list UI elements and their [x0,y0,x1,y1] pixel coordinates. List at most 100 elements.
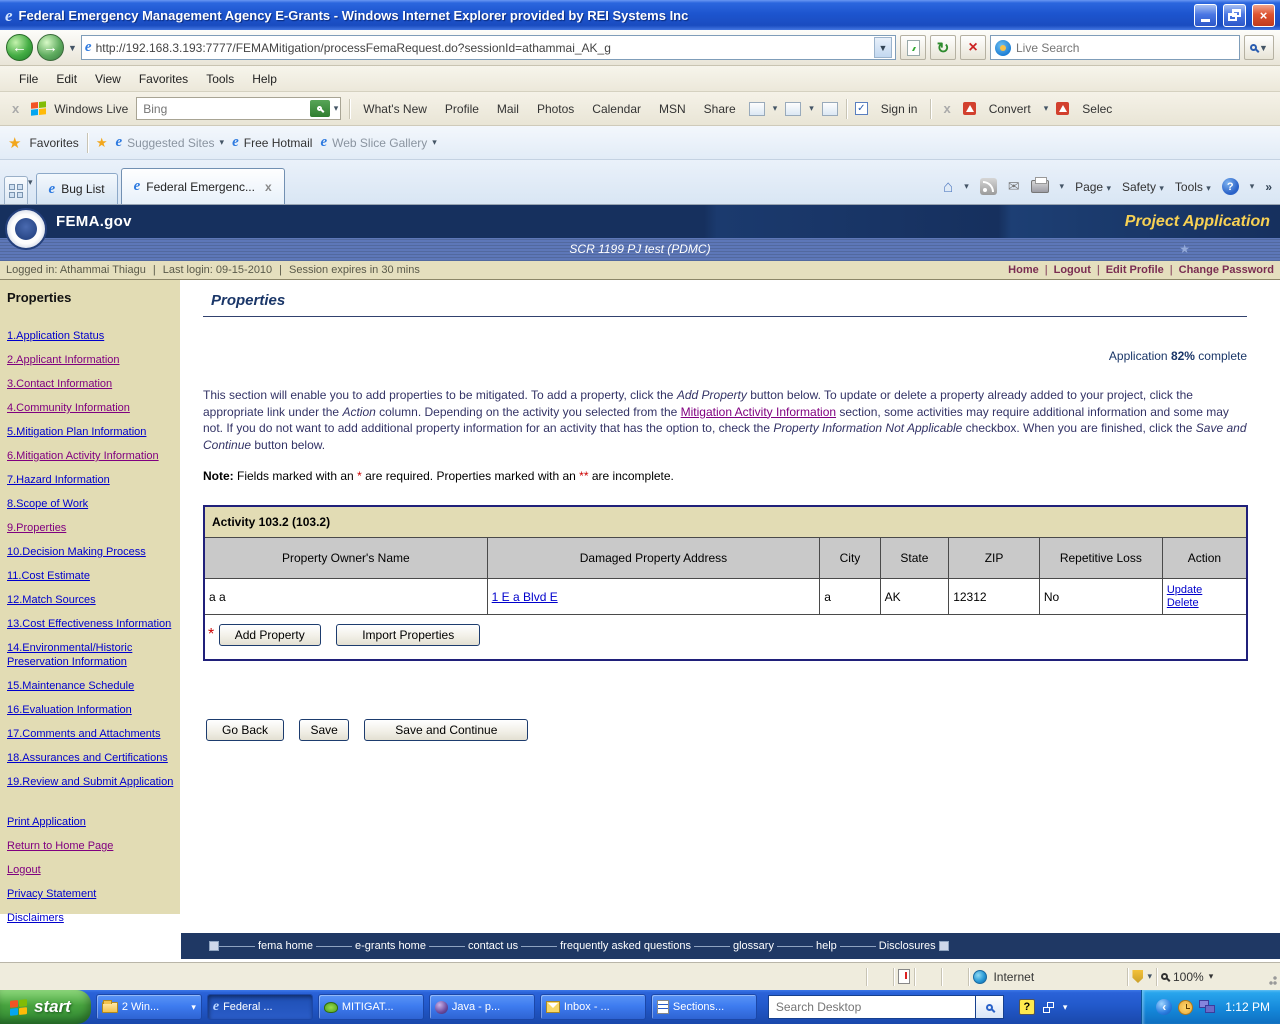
address-dropdown-icon[interactable]: ▼ [874,37,892,58]
sidebar-item-applicant-information[interactable]: 2.Applicant Information [7,353,174,367]
suggested-sites-link[interactable]: eSuggested Sites▾ [115,135,224,150]
map-dropdown-icon[interactable]: ▾ [773,103,778,114]
page-menu[interactable]: Page ▾ [1075,180,1111,194]
home-icon[interactable]: ⌂ [943,178,953,195]
task-mitigat[interactable]: MITIGAT... [318,994,424,1020]
logout-link[interactable]: Logout [1054,264,1091,276]
sidebar-item-evaluation-information[interactable]: 16.Evaluation Information [7,703,174,717]
url-input[interactable] [96,41,870,55]
sidebar-item-mitigation-plan-information[interactable]: 5.Mitigation Plan Information [7,425,174,439]
sidebar-item-review-and-submit[interactable]: 19.Review and Submit Application [7,775,174,789]
sidebar-item-community-information[interactable]: 4.Community Information [7,401,174,415]
shield-dropdown-icon[interactable]: ▾ [1147,971,1152,982]
sidebar-item-maintenance-schedule[interactable]: 15.Maintenance Schedule [7,679,174,693]
live-link-calendar[interactable]: Calendar [587,102,646,116]
menu-edit[interactable]: Edit [47,69,86,89]
bing-search-input[interactable] [143,102,305,116]
minimize-button[interactable] [1194,4,1217,27]
live-link-photos[interactable]: Photos [532,102,579,116]
live-search-box[interactable] [990,35,1240,60]
add-property-button[interactable]: Add Property [219,624,321,646]
taskbar-clock[interactable]: 1:12 PM [1225,1000,1270,1014]
sidebar-item-comments-and-attachments[interactable]: 17.Comments and Attachments [7,727,174,741]
footer-contact-us-link[interactable]: contact us [465,940,521,952]
menu-favorites[interactable]: Favorites [130,69,197,89]
tab-close-icon[interactable]: x [265,180,272,194]
tools-menu[interactable]: Tools ▾ [1175,180,1211,194]
help-notify-icon[interactable]: ? [1019,999,1035,1015]
footer-egrants-home-link[interactable]: e-grants home [352,940,429,952]
sidebar-item-cost-estimate[interactable]: 11.Cost Estimate [7,569,174,583]
translate-icon[interactable] [822,102,838,116]
save-and-continue-button[interactable]: Save and Continue [364,719,528,741]
sidebar-item-hazard-information[interactable]: 7.Hazard Information [7,473,174,487]
favorites-label[interactable]: Favorites [29,136,78,150]
favorites-star-icon[interactable]: ★ [8,134,21,152]
sidebar-item-application-status[interactable]: 1.Application Status [7,329,174,343]
stop-button[interactable]: × [960,35,986,60]
sidebar-item-cost-effectiveness-information[interactable]: 13.Cost Effectiveness Information [7,617,174,631]
rss-feed-icon[interactable] [980,178,997,195]
edit-profile-link[interactable]: Edit Profile [1106,264,1164,276]
search-go-button[interactable]: ▼ [1244,35,1274,60]
convert-dropdown-icon[interactable]: ▾ [1044,103,1049,114]
help-dropdown-icon[interactable]: ▾ [1250,181,1255,192]
add-favorites-icon[interactable]: ★ [96,135,108,151]
delete-link[interactable]: Delete [1167,597,1242,610]
map-icon[interactable] [749,102,765,116]
property-address-link[interactable]: 1 E a Blvd E [492,590,558,604]
messenger-tray-icon[interactable]: ‹ [1156,999,1172,1015]
refresh-button[interactable]: ↻ [930,35,956,60]
mitigation-activity-information-link[interactable]: Mitigation Activity Information [681,405,836,419]
history-dropdown-icon[interactable]: ▼ [68,43,77,53]
print-icon[interactable] [1031,180,1049,193]
back-button[interactable]: ← [6,34,33,61]
tray-collapse-icon[interactable]: ▾ [1063,1002,1068,1013]
live-search-input[interactable] [1016,41,1235,55]
safety-menu[interactable]: Safety ▾ [1122,180,1164,194]
convert-toolbar-close-icon[interactable]: x [939,101,954,116]
live-link-mail[interactable]: Mail [492,102,524,116]
sidebar-item-match-sources[interactable]: 12.Match Sources [7,593,174,607]
resize-grip[interactable] [1265,967,1277,987]
task-federal-ie[interactable]: eFederal ... [207,994,313,1020]
print-application-link[interactable]: Print Application [7,815,174,829]
desktop-search-input[interactable] [768,995,976,1019]
sidebar-item-scope-of-work[interactable]: 8.Scope of Work [7,497,174,511]
disclaimers-link[interactable]: Disclaimers [7,911,174,925]
restore-button[interactable] [1223,4,1246,27]
sidebar-item-properties[interactable]: 9.Properties [7,521,174,535]
sidebar-item-contact-information[interactable]: 3.Contact Information [7,377,174,391]
convert-button[interactable]: Convert [984,102,1036,116]
gallery-dropdown-icon[interactable]: ▾ [809,103,814,114]
bing-search-box[interactable]: ▾ [136,97,341,120]
tab-federal-emergency[interactable]: eFederal Emergenc...x [121,168,285,204]
desktop-search-button[interactable] [976,995,1004,1019]
sidebar-item-mitigation-activity-information[interactable]: 6.Mitigation Activity Information [7,449,174,463]
web-slice-gallery-link[interactable]: eWeb Slice Gallery▾ [320,135,436,150]
restore-windows-icon[interactable] [1043,1002,1055,1013]
footer-glossary-link[interactable]: glossary [730,940,777,952]
network-tray-icon[interactable] [1199,1000,1216,1014]
footer-help-link[interactable]: help [813,940,840,952]
print-dropdown-icon[interactable]: ▾ [1060,181,1065,192]
task-java[interactable]: Java - p... [429,994,535,1020]
quick-tabs-icon[interactable] [4,176,28,204]
go-back-button[interactable]: Go Back [206,719,284,741]
home-dropdown-icon[interactable]: ▾ [964,181,969,192]
zoom-control[interactable]: 100%▾ [1161,970,1261,984]
reminder-clock-icon[interactable] [1178,1000,1193,1015]
live-link-msn[interactable]: MSN [654,102,691,116]
menu-help[interactable]: Help [243,69,286,89]
tab-list-dropdown-icon[interactable]: ▾ [28,177,33,188]
bing-dropdown-icon[interactable]: ▾ [334,103,339,114]
bing-search-button[interactable] [310,100,330,117]
free-hotmail-link[interactable]: eFree Hotmail [232,135,312,150]
read-mail-icon[interactable]: ✉ [1008,178,1020,195]
menu-file[interactable]: File [10,69,47,89]
home-link[interactable]: Home [1008,264,1039,276]
footer-disclosures-link[interactable]: Disclosures [876,940,939,952]
overflow-chevron-icon[interactable]: » [1265,180,1272,194]
menu-tools[interactable]: Tools [197,69,243,89]
save-button[interactable]: Save [299,719,348,741]
